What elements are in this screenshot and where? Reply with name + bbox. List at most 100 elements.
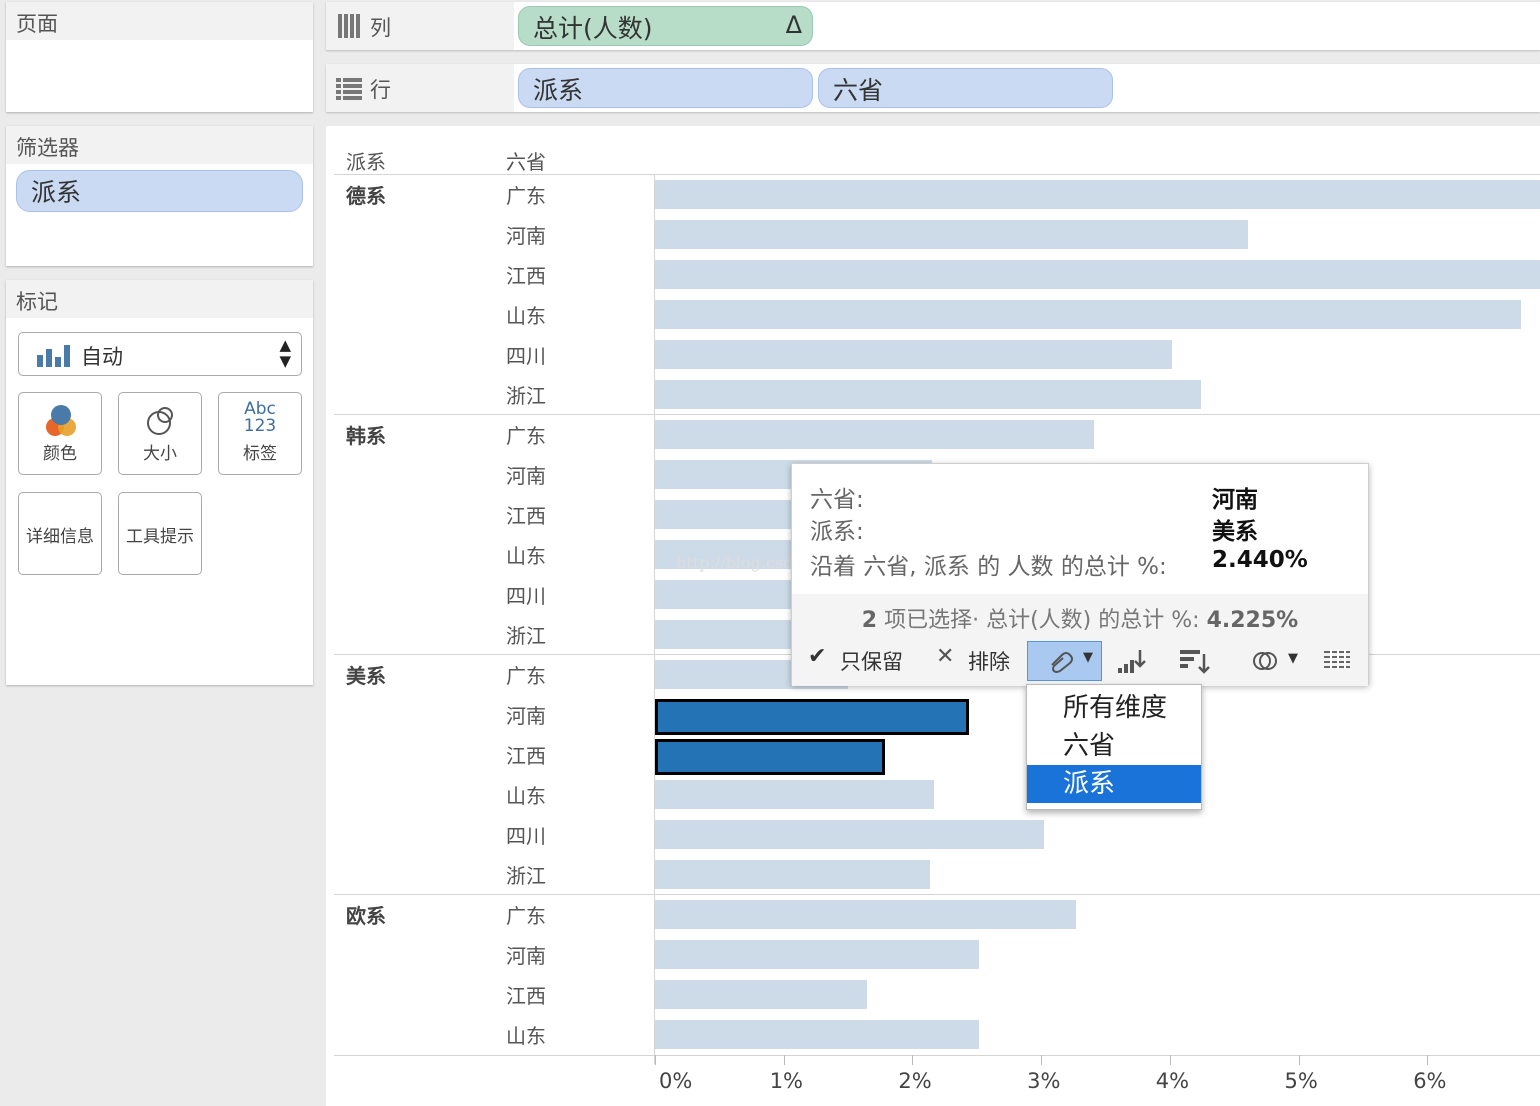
sets-icon <box>1253 652 1277 670</box>
group-members-button[interactable]: ▼ <box>1027 641 1102 681</box>
marks-card: 标记 自动 ▲ ▼ 颜色 大小 Abc 123 标签 详细信息 工具提示 <box>6 280 313 685</box>
group-divider <box>334 894 1540 895</box>
columns-pill-total[interactable]: 总计(人数) Δ <box>518 6 813 46</box>
bar-selected[interactable] <box>655 699 970 735</box>
rows-shelf-label: 行 <box>326 64 514 112</box>
x-tick-mark <box>1427 1055 1429 1065</box>
paperclip-icon <box>1051 652 1073 673</box>
province-label[interactable]: 广东 <box>506 660 546 689</box>
exclude-button[interactable]: ✕ 排除 <box>936 644 1022 676</box>
bar-selected[interactable] <box>655 739 885 775</box>
dropdown-item-all-dimensions[interactable]: 所有维度 <box>1027 689 1201 727</box>
mark-type-label: 自动 <box>81 345 123 369</box>
province-label[interactable]: 江西 <box>506 500 546 529</box>
size-label: 大小 <box>143 444 177 464</box>
bar[interactable] <box>655 900 1076 929</box>
x-tick-label: 0% <box>659 1069 693 1093</box>
group-label[interactable]: 美系 <box>346 660 386 689</box>
province-label[interactable]: 四川 <box>506 580 546 609</box>
province-label[interactable]: 江西 <box>506 260 546 289</box>
x-tick-label: 1% <box>769 1069 804 1093</box>
bar[interactable] <box>655 180 1540 209</box>
tooltip-label-province: 六省: <box>810 487 864 513</box>
province-label[interactable]: 山东 <box>506 1020 546 1049</box>
bar[interactable] <box>655 980 868 1009</box>
keep-only-label: 只保留 <box>840 650 903 674</box>
tooltip-value-province: 河南 <box>1212 487 1258 513</box>
keep-only-button[interactable]: ✔ 只保留 <box>808 644 908 676</box>
group-label[interactable]: 德系 <box>346 180 386 209</box>
detail-button[interactable]: 详细信息 <box>18 492 102 575</box>
close-icon: ✕ <box>936 644 955 669</box>
check-icon: ✔ <box>808 644 827 669</box>
rows-pill-faction[interactable]: 派系 <box>518 68 813 108</box>
bar[interactable] <box>655 340 1173 369</box>
tooltip-label-faction: 派系: <box>810 519 864 545</box>
province-label[interactable]: 山东 <box>506 540 546 569</box>
columns-shelf: 列 总计(人数) Δ <box>326 2 1540 50</box>
x-tick-mark <box>783 1055 785 1065</box>
province-label[interactable]: 江西 <box>506 980 546 1009</box>
province-label[interactable]: 山东 <box>506 780 546 809</box>
province-label[interactable]: 河南 <box>506 940 546 969</box>
province-label[interactable]: 广东 <box>506 180 546 209</box>
province-label[interactable]: 山东 <box>506 300 546 329</box>
group-label[interactable]: 韩系 <box>346 420 386 449</box>
bar[interactable] <box>655 940 980 969</box>
label-button[interactable]: Abc 123 标签 <box>218 392 302 475</box>
bar-chart-icon <box>37 345 73 367</box>
bar[interactable] <box>655 300 1522 329</box>
province-label[interactable]: 河南 <box>506 460 546 489</box>
sets-button[interactable]: ▼ <box>1252 648 1312 676</box>
columns-label: 列 <box>370 16 391 40</box>
bar[interactable] <box>655 860 931 889</box>
province-label[interactable]: 浙江 <box>506 380 546 409</box>
province-label[interactable]: 江西 <box>506 740 546 769</box>
x-tick-label: 5% <box>1284 1069 1318 1093</box>
bar[interactable] <box>655 260 1540 289</box>
dropdown-caret-icon: ▼ <box>1083 650 1093 665</box>
x-tick-label: 2% <box>898 1069 932 1093</box>
tooltip-button[interactable]: 工具提示 <box>118 492 202 575</box>
view-data-icon[interactable] <box>1324 650 1350 672</box>
province-label[interactable]: 四川 <box>506 340 546 369</box>
delta-icon: Δ <box>785 11 802 39</box>
bar[interactable] <box>655 1020 980 1049</box>
x-tick-label: 3% <box>1027 1069 1061 1093</box>
color-label: 颜色 <box>43 444 77 464</box>
province-label[interactable]: 广东 <box>506 900 546 929</box>
marks-title: 标记 <box>6 280 313 318</box>
header-province: 六省 <box>506 150 546 174</box>
bar[interactable] <box>655 780 935 809</box>
province-label[interactable]: 河南 <box>506 220 546 249</box>
pages-title: 页面 <box>6 2 313 40</box>
bar[interactable] <box>655 420 1094 449</box>
bar[interactable] <box>655 220 1249 249</box>
size-button[interactable]: 大小 <box>118 392 202 475</box>
dropdown-item-faction[interactable]: 派系 <box>1027 765 1201 803</box>
rows-shelf: 行 派系 六省 <box>326 64 1540 112</box>
selection-count: 2 <box>861 608 878 633</box>
province-label[interactable]: 四川 <box>506 820 546 849</box>
rows-pill-province[interactable]: 六省 <box>818 68 1113 108</box>
x-tick-mark <box>1041 1055 1043 1065</box>
bar[interactable] <box>655 820 1044 849</box>
sort-ascending-icon[interactable] <box>1180 648 1210 674</box>
province-label[interactable]: 浙江 <box>506 620 546 649</box>
province-label[interactable]: 浙江 <box>506 860 546 889</box>
label-icon: Abc 123 <box>219 401 301 435</box>
bar[interactable] <box>655 380 1201 409</box>
sort-descending-icon[interactable] <box>1118 648 1148 674</box>
mark-type-select[interactable]: 自动 ▲ ▼ <box>18 332 302 376</box>
filter-pill-faction[interactable]: 派系 <box>16 170 303 212</box>
x-tick-mark <box>655 1055 656 1065</box>
x-tick-label: 6% <box>1413 1069 1447 1093</box>
province-label[interactable]: 广东 <box>506 420 546 449</box>
rows-icon <box>336 78 362 100</box>
province-label[interactable]: 河南 <box>506 700 546 729</box>
group-label[interactable]: 欧系 <box>346 900 386 929</box>
selection-summary: 2 项已选择· 总计(人数) 的总计 %: 4.225% <box>792 602 1368 634</box>
group-divider <box>334 414 1540 415</box>
color-button[interactable]: 颜色 <box>18 392 102 475</box>
dropdown-item-province[interactable]: 六省 <box>1027 727 1201 765</box>
